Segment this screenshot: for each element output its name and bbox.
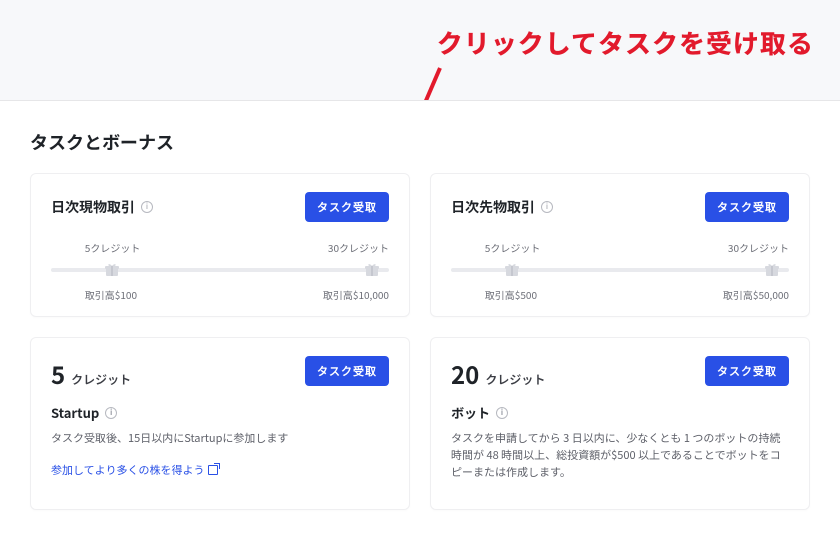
annotation-callout: クリックしてタスクを受け取る [437,24,814,61]
card-title: 日次先物取引 [451,197,535,217]
progress-track: 5クレジット 30クレジット 取引高$500 取引高$50,000 [451,236,789,296]
milestone-label: 5クレジット [485,240,541,255]
gift-icon [104,262,120,278]
info-icon[interactable]: i [105,407,117,419]
card-description: タスク受取後、15日以内にStartupに参加します [51,430,389,447]
link-text: 参加してより多くの株を得よう [51,462,204,478]
receive-task-button[interactable]: タスク受取 [705,192,789,222]
receive-task-button[interactable]: タスク受取 [305,192,389,222]
progress-bar [51,268,389,272]
progress-bar [451,268,789,272]
credit-label: クレジット [71,371,131,388]
card-subtitle: Startup [51,403,99,422]
page-title: タスクとボーナス [30,129,810,155]
milestone-label: 5クレジット [85,240,141,255]
cards-grid: 日次現物取引 i タスク受取 5クレジット 30クレジット [30,173,810,510]
progress-track: 5クレジット 30クレジット 取引高$100 取引高$10,000 [51,236,389,296]
external-link-icon [208,465,218,475]
info-icon[interactable]: i [496,407,508,419]
milestone-label: 30クレジット [728,240,789,255]
milestone-sublabel: 取引高$500 [485,287,537,302]
milestone-sublabel: 取引高$10,000 [323,287,389,302]
milestone-sublabel: 取引高$100 [85,287,137,302]
credit-amount: 20 [451,356,479,391]
credit-amount: 5 [51,356,65,391]
gift-icon [364,262,380,278]
receive-task-button[interactable]: タスク受取 [305,356,389,386]
card-daily-spot: 日次現物取引 i タスク受取 5クレジット 30クレジット [30,173,410,317]
card-title: 日次現物取引 [51,197,135,217]
card-bot: タスク受取 20 クレジット ボット i タスクを申請してから 3 日以内に、少… [430,337,810,510]
milestone-label: 30クレジット [328,240,389,255]
gift-icon [764,262,780,278]
card-description: タスクを申請してから 3 日以内に、少なくとも 1 つのボットの持続時間が 48… [451,430,789,481]
card-startup: タスク受取 5 クレジット Startup i タスク受取後、15日以内にSta… [30,337,410,510]
startup-link[interactable]: 参加してより多くの株を得よう [51,462,218,478]
info-icon[interactable]: i [541,201,553,213]
card-subtitle: ボット [451,403,490,422]
milestone-sublabel: 取引高$50,000 [723,287,789,302]
credit-label: クレジット [485,371,545,388]
gift-icon [504,262,520,278]
content-panel: タスクとボーナス 日次現物取引 i タスク受取 5クレジット 30クレジット [0,100,840,560]
receive-task-button[interactable]: タスク受取 [705,356,789,386]
info-icon[interactable]: i [141,201,153,213]
card-daily-futures: 日次先物取引 i タスク受取 5クレジット 30クレジット [430,173,810,317]
